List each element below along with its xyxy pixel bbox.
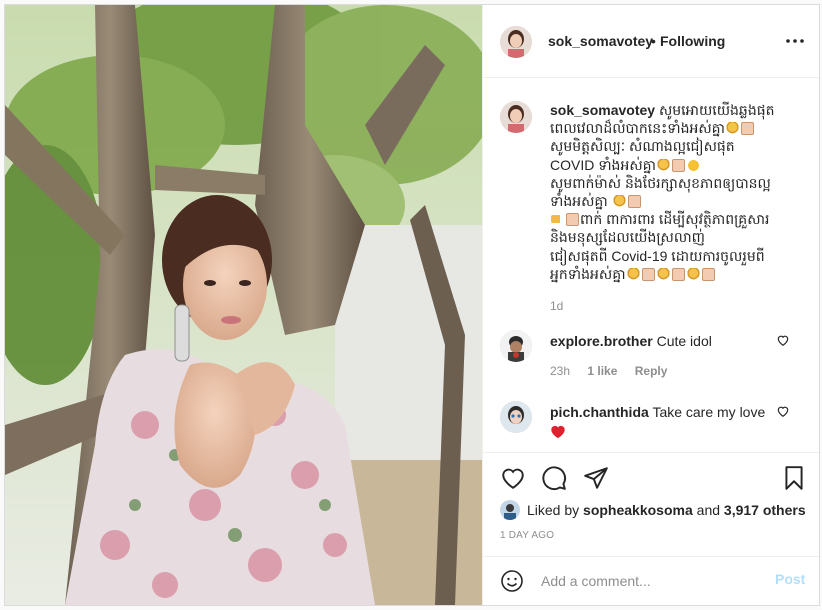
comment-text: Cute idol	[656, 333, 712, 349]
caption-line-text: ពាក់ ពាការពារ ដើម្បីសុវត្ថិភាពគ្រួសារ	[580, 211, 770, 228]
like-comment-icon[interactable]	[776, 333, 790, 347]
author-username[interactable]: sok_somavotey	[548, 33, 653, 49]
post-photo[interactable]	[5, 5, 482, 605]
caption-username[interactable]: sok_somavotey	[550, 102, 655, 118]
add-comment-input[interactable]	[539, 570, 763, 592]
commenter-avatar[interactable]	[500, 330, 532, 362]
post-actions: Liked by sopheakkosoma and 3,917 others …	[483, 452, 819, 605]
comment-time[interactable]: 23h	[550, 364, 570, 378]
hands-emoji-icon	[726, 122, 739, 136]
caption-line: ពេលវេលាដ៏លំបាកនេះទាំងអស់គ្នា	[550, 120, 755, 136]
like-comment-icon[interactable]	[776, 404, 790, 418]
hands-emoji-icon	[686, 267, 700, 281]
caption-line: សូមមិត្តសិល្បៈ សំណាងល្អជៀសផុត	[550, 138, 735, 154]
caption-line-text: សូមមិត្តសិល្បៈ សំណាងល្អជៀសផុត	[550, 138, 735, 155]
liker-avatar[interactable]	[500, 500, 520, 520]
sq-emoji-icon	[641, 267, 655, 281]
author-avatar[interactable]	[500, 101, 532, 133]
hands-emoji-icon	[612, 195, 626, 209]
caption-age[interactable]: 1d	[550, 299, 563, 313]
emoji-smiley-icon[interactable]	[500, 569, 524, 593]
caption-line: ទាំងអស់គ្នា	[550, 193, 642, 209]
caption-line-text: និងមនុស្សដែលយើងស្រលាញ់	[550, 229, 705, 246]
post-modal: sok_somavotey • Following sok_somavotey …	[4, 4, 820, 606]
post-side-panel: sok_somavotey • Following sok_somavotey …	[482, 5, 819, 605]
face-emoji-icon	[687, 158, 700, 172]
liker-username[interactable]: sopheakkosoma	[583, 502, 693, 518]
sq-emoji-icon	[741, 122, 754, 136]
caption-line-text: ជៀសផុតពី Covid-19 ដោយការចូលរួមពី	[550, 247, 765, 264]
caption-line: ជៀសផុតពី Covid-19 ដោយការចូលរួមពី	[550, 248, 765, 264]
likes-count[interactable]: 3,917 others	[724, 502, 806, 518]
post-comment-button[interactable]: Post	[775, 571, 805, 587]
more-options-icon[interactable]	[783, 31, 807, 51]
caption-line-text: ទាំងអស់គ្នា	[550, 193, 612, 210]
comment-username[interactable]: explore.brother	[550, 333, 653, 349]
hands-emoji-icon	[656, 267, 670, 281]
caption-line: និងមនុស្សដែលយើងស្រលាញ់	[550, 229, 705, 245]
likes-and: and	[696, 502, 721, 518]
caption-line: COVID ទាំងអស់គ្នា	[550, 157, 701, 173]
caption-text: sok_somavotey សូមអោយយើងឆ្លងផុត ពេលវេលាដ៏…	[550, 101, 796, 283]
caption-line-text: អ្នកទាំងអស់គ្នា	[550, 265, 626, 282]
caption-line: សូមអោយយើងឆ្លងផុត	[659, 102, 775, 118]
commenter-avatar[interactable]	[500, 401, 532, 433]
hands-emoji-icon	[626, 267, 640, 281]
caption-line-text: សូមអោយយើងឆ្លងផុត	[658, 102, 775, 118]
comment-username[interactable]: pich.chanthida	[550, 404, 649, 420]
comment-item: explore.brother Cute idol 23h 1 like Rep…	[500, 330, 810, 390]
caption-line: ពាក់ ពាការពារ ដើម្បីសុវត្ថិភាពគ្រួសារ	[550, 211, 769, 227]
likes-prefix: Liked by	[527, 502, 580, 518]
caption-line: សូមពាក់ម៉ាស់ និងថែរក្សាសុខភាពឲ្យបានល្អ	[550, 175, 771, 191]
red-heart-icon	[551, 425, 565, 439]
hands-emoji-icon	[657, 158, 670, 172]
author-avatar[interactable]	[500, 26, 532, 58]
share-paper-plane-icon[interactable]	[583, 465, 609, 491]
comment-bubble-icon[interactable]	[541, 465, 567, 491]
sq-emoji-icon	[566, 213, 579, 227]
sq-emoji-icon	[701, 267, 715, 281]
caption-line-text: ពេលវេលាដ៏លំបាកនេះទាំងអស់គ្នា	[550, 120, 725, 137]
sq-emoji-icon	[672, 158, 685, 172]
sq-emoji-icon	[627, 195, 641, 209]
add-comment-bar: Post	[483, 556, 819, 605]
comment-text: Take care my love	[652, 404, 766, 420]
post-header: sok_somavotey • Following	[483, 5, 819, 78]
caption-line: អ្នកទាំងអស់គ្នា	[550, 266, 716, 282]
comment-likes[interactable]: 1 like	[587, 364, 617, 378]
comment-reply-button[interactable]: Reply	[635, 364, 668, 378]
caption-line-text: សូមពាក់ម៉ាស់ និងថែរក្សាសុខភាពឲ្យបានល្អ	[550, 174, 771, 191]
save-bookmark-icon[interactable]	[781, 465, 807, 491]
caption-line-text: COVID ទាំងអស់គ្នា	[550, 156, 656, 173]
separator-dot: •	[651, 33, 656, 49]
sq-emoji-icon	[671, 267, 685, 281]
point-emoji-icon	[551, 215, 564, 224]
like-heart-icon[interactable]	[500, 465, 526, 491]
post-date[interactable]: 1 DAY AGO	[500, 530, 554, 541]
following-button[interactable]: Following	[660, 33, 725, 49]
